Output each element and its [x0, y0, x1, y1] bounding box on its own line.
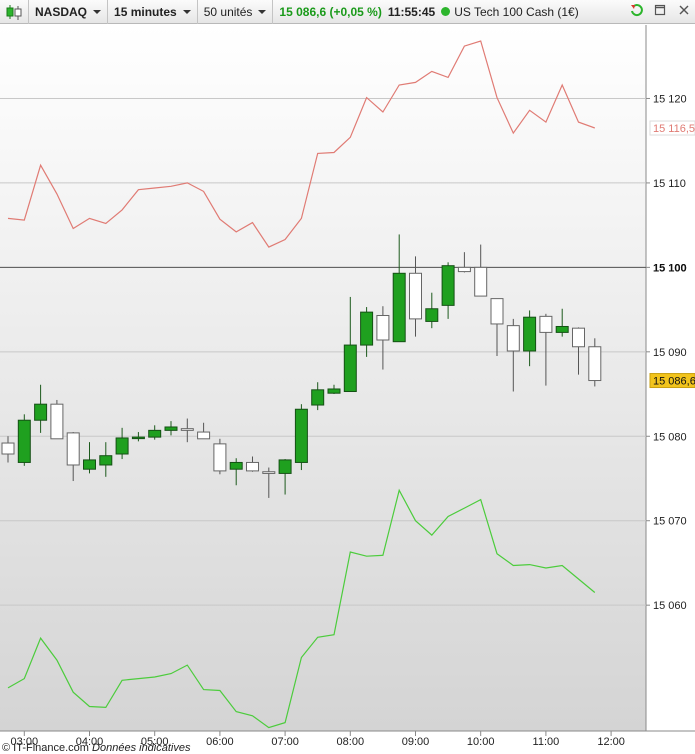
candle-body	[506, 325, 520, 352]
candle-body	[229, 461, 243, 470]
candle-body	[246, 461, 259, 472]
candle-body	[197, 431, 211, 440]
y-tick-label: 15 080	[653, 431, 687, 443]
x-tick-label: 06:00	[206, 736, 234, 748]
quote-time: 11:55:45	[387, 4, 436, 19]
reference-label: 15 100	[653, 262, 687, 274]
candle-body	[409, 272, 422, 320]
candle-body	[278, 459, 292, 474]
candle-body	[392, 272, 406, 343]
timeframe-selector[interactable]: 15 minutes	[108, 0, 198, 24]
candle-body	[131, 436, 145, 440]
candle-body	[360, 311, 374, 346]
candle-body	[1, 442, 15, 455]
last-price-label: 15 086,6	[653, 376, 695, 388]
candle-body	[115, 437, 129, 455]
candle-body	[555, 325, 569, 333]
candle-body	[376, 315, 390, 341]
candle-body	[343, 344, 357, 393]
instrument-info: 15 086,6 (+0,05 %) 11:55:45 US Tech 100 …	[273, 0, 584, 24]
candle-body	[83, 459, 96, 470]
candle-body	[523, 316, 537, 352]
watermark-note: Données indicatives	[92, 742, 191, 754]
candle-body	[262, 471, 276, 474]
candle-body	[180, 428, 194, 431]
candle-body	[327, 388, 341, 394]
chevron-down-icon	[182, 9, 191, 14]
refresh-icon[interactable]	[629, 3, 643, 17]
instrument-name: US Tech 100 Cash (1€)	[454, 4, 579, 19]
chart-toolbar: NASDAQ 15 minutes 50 unités 15 086,6 (+0…	[0, 0, 695, 24]
candle-body	[164, 426, 178, 431]
x-tick-label: 11:00	[533, 736, 560, 748]
y-tick-label: 15 070	[653, 516, 687, 528]
chart-area[interactable]: 15 120 15 110 15 100 15 090 15 080 15 070 15 0…	[0, 25, 695, 754]
candle-body	[66, 432, 80, 466]
app-logo	[0, 0, 29, 24]
x-tick-label: 10:00	[467, 736, 495, 748]
candle	[50, 399, 64, 440]
candle-body	[572, 327, 585, 348]
chevron-down-icon	[93, 9, 102, 14]
y-tick-label: 15 120	[653, 93, 687, 105]
y-tick-label: 15 090	[653, 347, 687, 359]
candlestick-chart-icon	[6, 4, 22, 20]
x-tick-label: 09:00	[402, 736, 430, 748]
candle-body	[474, 266, 488, 297]
candle-body	[441, 265, 455, 306]
candle-body	[50, 403, 64, 440]
candle-body	[294, 408, 308, 463]
restore-window-icon[interactable]	[653, 3, 667, 17]
upper-band-last-label: 15 116,5	[653, 123, 695, 135]
timeframe-label: 15 minutes	[114, 4, 177, 19]
units-selector[interactable]: 50 unités	[198, 0, 274, 24]
candle-body	[17, 419, 31, 463]
units-label: 50 unités	[203, 4, 253, 19]
x-tick-label: 07:00	[271, 736, 299, 748]
x-tick-label: 08:00	[337, 736, 365, 748]
x-tick-label: 12:00	[597, 736, 625, 748]
candle-body	[311, 389, 325, 406]
market-status-dot	[441, 7, 451, 16]
watermark-brand: © IT-Finance.com	[2, 742, 89, 754]
candle-body	[425, 308, 439, 322]
candle-body	[148, 429, 162, 438]
plot-background	[0, 25, 646, 731]
candle-body	[490, 298, 504, 325]
y-tick-label: 15 060	[653, 600, 687, 612]
candle	[17, 414, 31, 466]
candlestick-chart[interactable]: 15 120 15 110 15 100 15 090 15 080 15 070 15 0…	[0, 25, 695, 751]
close-icon[interactable]	[677, 3, 691, 17]
last-price-change: 15 086,6 (+0,05 %)	[279, 4, 382, 19]
symbol-label: NASDAQ	[35, 4, 88, 19]
candle-body	[99, 455, 113, 466]
symbol-selector[interactable]: NASDAQ	[29, 0, 109, 24]
chevron-down-icon	[258, 9, 267, 14]
candle	[294, 404, 308, 471]
candle-body	[588, 346, 602, 382]
source-watermark: © IT-Finance.com Données indicatives	[2, 742, 190, 754]
candle-body	[539, 315, 553, 333]
candle-body	[34, 403, 48, 421]
y-tick-label: 15 110	[653, 178, 686, 190]
candle-body	[457, 266, 471, 273]
candle-body	[213, 443, 227, 472]
candle	[213, 438, 227, 475]
